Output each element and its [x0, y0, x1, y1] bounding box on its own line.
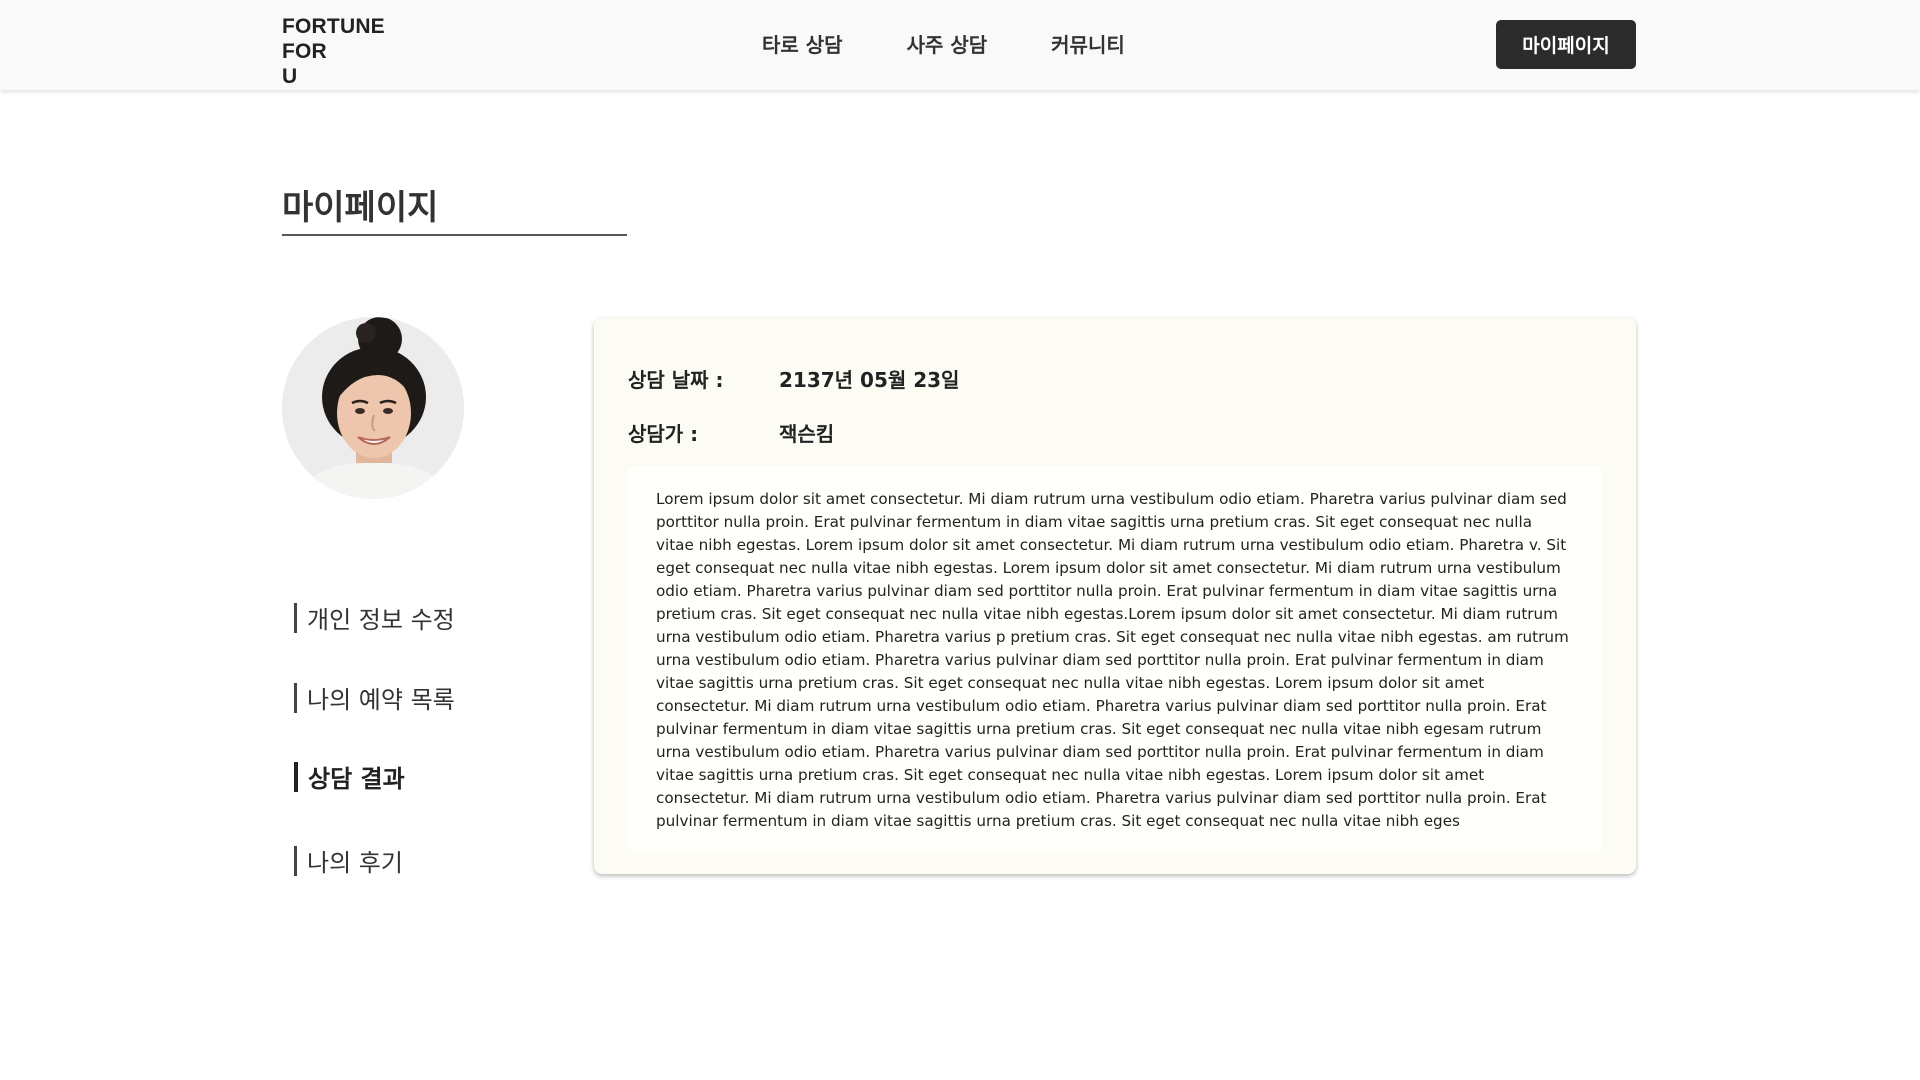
menu-bar-indicator	[294, 845, 297, 876]
menu-consultation-results[interactable]: 상담 결과	[294, 759, 405, 794]
counselor-label: 상담가 :	[628, 422, 699, 446]
nav-tarot[interactable]: 타로 상담	[762, 30, 843, 60]
result-content: Lorem ipsum dolor sit amet consectetur. …	[628, 466, 1602, 852]
date-label: 상담 날짜 :	[628, 368, 724, 392]
menu-edit-profile[interactable]: 개인 정보 수정	[294, 600, 455, 635]
consultation-result-card: 상담 날짜 : 2137년 05월 23일 상담가 : 잭슨킴 Lorem ip…	[594, 318, 1636, 874]
nav-saju[interactable]: 사주 상담	[907, 30, 988, 60]
main-nav: 타로 상담 사주 상담 커뮤니티	[762, 30, 1125, 60]
menu-bar-indicator	[294, 761, 298, 792]
title-divider	[282, 234, 627, 236]
date-value: 2137년 05월 23일	[779, 368, 960, 392]
avatar-portrait-image	[282, 317, 464, 499]
nav-community[interactable]: 커뮤니티	[1051, 30, 1125, 60]
menu-item-label: 개인 정보 수정	[307, 606, 455, 634]
top-header: FORTUNE FOR U 타로 상담 사주 상담 커뮤니티 마이페이지	[0, 0, 1920, 90]
avatar	[282, 317, 464, 499]
menu-my-reservations[interactable]: 나의 예약 목록	[294, 680, 455, 715]
counselor-value: 잭슨킴	[779, 422, 835, 446]
page-title: 마이페이지	[282, 188, 439, 228]
menu-bar-indicator	[294, 682, 297, 713]
menu-bar-indicator	[294, 602, 297, 633]
logo[interactable]: FORTUNE FOR U	[282, 14, 402, 89]
menu-item-label: 상담 결과	[308, 765, 405, 793]
menu-item-label: 나의 후기	[307, 849, 403, 877]
mypage-button[interactable]: 마이페이지	[1496, 20, 1636, 69]
menu-item-label: 나의 예약 목록	[307, 686, 455, 714]
menu-my-reviews[interactable]: 나의 후기	[294, 843, 403, 878]
